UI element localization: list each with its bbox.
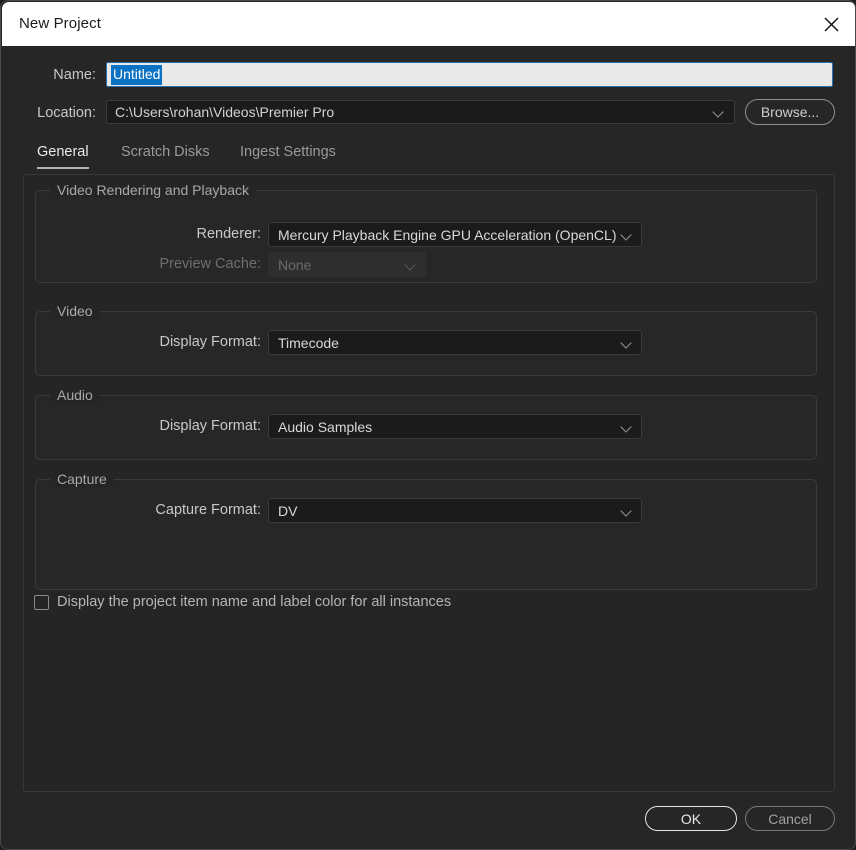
close-icon bbox=[823, 16, 840, 33]
general-tab-panel: Video Rendering and Playback Renderer: M… bbox=[23, 174, 835, 792]
preview-cache-value: None bbox=[278, 256, 312, 273]
ok-button[interactable]: OK bbox=[645, 806, 737, 831]
chevron-down-icon bbox=[620, 420, 634, 434]
chevron-down-icon bbox=[620, 504, 634, 518]
tab-ingest-settings[interactable]: Ingest Settings bbox=[240, 144, 336, 167]
video-display-format-value: Timecode bbox=[278, 334, 339, 351]
location-value: C:\Users\rohan\Videos\Premier Pro bbox=[115, 104, 335, 120]
chevron-down-icon bbox=[620, 228, 634, 242]
group-video-rendering: Video Rendering and Playback Renderer: M… bbox=[35, 182, 817, 283]
tab-general[interactable]: General bbox=[37, 144, 89, 169]
display-project-item-name-label: Display the project item name and label … bbox=[57, 594, 452, 610]
preview-cache-dropdown: None bbox=[268, 252, 426, 277]
renderer-label: Renderer: bbox=[196, 226, 261, 242]
group-video: Video Display Format: Timecode bbox=[35, 303, 817, 376]
renderer-dropdown[interactable]: Mercury Playback Engine GPU Acceleration… bbox=[268, 222, 642, 247]
tab-scratch-disks[interactable]: Scratch Disks bbox=[121, 144, 210, 167]
capture-format-dropdown[interactable]: DV bbox=[268, 498, 642, 523]
title-bar: New Project bbox=[2, 2, 855, 46]
location-dropdown[interactable]: C:\Users\rohan\Videos\Premier Pro bbox=[106, 100, 735, 124]
audio-display-format-value: Audio Samples bbox=[278, 418, 373, 435]
browse-button[interactable]: Browse... bbox=[745, 99, 835, 125]
display-project-item-name-option[interactable]: Display the project item name and label … bbox=[34, 594, 451, 610]
group-video-title: Video bbox=[50, 303, 100, 319]
group-audio-title: Audio bbox=[50, 387, 100, 403]
tab-strip: General Scratch Disks Ingest Settings bbox=[23, 144, 835, 170]
capture-format-label: Capture Format: bbox=[155, 502, 261, 518]
group-audio: Audio Display Format: Audio Samples bbox=[35, 387, 817, 460]
preview-cache-label: Preview Cache: bbox=[159, 256, 261, 272]
renderer-value: Mercury Playback Engine GPU Acceleration… bbox=[278, 226, 617, 243]
project-name-input[interactable]: Untitled bbox=[106, 62, 833, 87]
chevron-down-icon bbox=[712, 105, 726, 119]
video-display-format-label: Display Format: bbox=[159, 334, 261, 350]
group-capture: Capture Capture Format: DV bbox=[35, 471, 817, 590]
window-title: New Project bbox=[19, 15, 101, 32]
project-name-value: Untitled bbox=[111, 64, 163, 85]
group-capture-title: Capture bbox=[50, 471, 114, 487]
close-button[interactable] bbox=[806, 2, 855, 46]
cancel-button[interactable]: Cancel bbox=[745, 806, 835, 831]
display-project-item-name-checkbox[interactable] bbox=[34, 594, 49, 610]
video-display-format-dropdown[interactable]: Timecode bbox=[268, 330, 642, 355]
new-project-dialog: New Project Name: Untitled Location: C:\… bbox=[0, 0, 856, 850]
name-label: Name: bbox=[53, 67, 96, 83]
chevron-down-icon bbox=[404, 258, 418, 272]
chevron-down-icon bbox=[620, 336, 634, 350]
location-label: Location: bbox=[37, 105, 96, 121]
group-video-rendering-title: Video Rendering and Playback bbox=[50, 182, 256, 198]
capture-format-value: DV bbox=[278, 502, 298, 519]
audio-display-format-label: Display Format: bbox=[159, 418, 261, 434]
audio-display-format-dropdown[interactable]: Audio Samples bbox=[268, 414, 642, 439]
